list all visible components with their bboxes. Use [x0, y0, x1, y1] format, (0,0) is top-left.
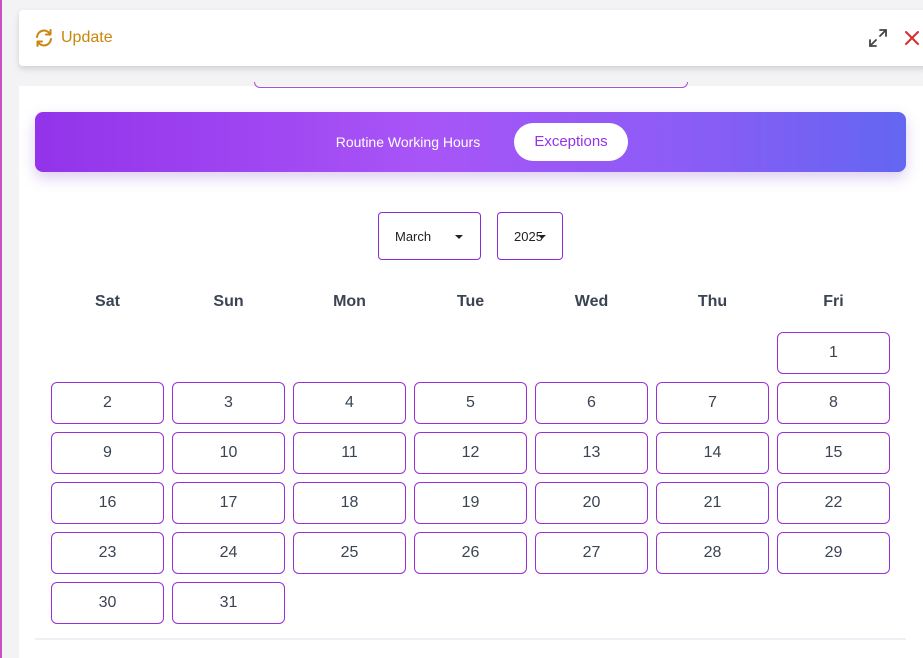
calendar-day[interactable]: 24 — [172, 532, 285, 574]
calendar-day[interactable]: 13 — [535, 432, 648, 474]
weekday-header: Wed — [574, 293, 609, 310]
calendar-day[interactable]: 8 — [777, 382, 890, 424]
calendar-day[interactable]: 14 — [656, 432, 769, 474]
expand-button[interactable] — [867, 27, 889, 49]
window-edge — [0, 0, 2, 658]
calendar-day[interactable]: 5 — [414, 382, 527, 424]
calendar-day[interactable]: 31 — [172, 582, 285, 624]
caret-down-icon — [455, 235, 463, 239]
dialog-title: Update — [61, 29, 113, 46]
calendar-day[interactable]: 6 — [535, 382, 648, 424]
weekday-header: Tue — [456, 293, 485, 310]
month-value: March — [395, 229, 432, 244]
calendar-day[interactable]: 1 — [777, 332, 890, 374]
calendar-day[interactable]: 21 — [656, 482, 769, 524]
calendar-day[interactable]: 9 — [51, 432, 164, 474]
year-select[interactable]: 2025 — [497, 212, 563, 260]
tab-exceptions[interactable]: Exceptions — [514, 123, 628, 161]
calendar-day[interactable]: 29 — [777, 532, 890, 574]
dialog-body: Routine Working Hours Exceptions March 2… — [19, 82, 923, 658]
calendar-day[interactable]: 26 — [414, 532, 527, 574]
refresh-icon — [34, 28, 54, 48]
calendar-day[interactable]: 3 — [172, 382, 285, 424]
close-button[interactable] — [902, 27, 922, 49]
calendar-day[interactable]: 28 — [656, 532, 769, 574]
calendar-day[interactable]: 23 — [51, 532, 164, 574]
expand-icon — [867, 29, 889, 53]
dialog-title-group: Update — [34, 27, 113, 49]
calendar-day[interactable]: 17 — [172, 482, 285, 524]
card-bottom-edge — [35, 638, 906, 640]
close-icon — [902, 31, 922, 53]
weekday-header: Fri — [823, 293, 844, 310]
calendar-day[interactable]: 25 — [293, 532, 406, 574]
calendar-day[interactable]: 16 — [51, 482, 164, 524]
calendar-day[interactable]: 22 — [777, 482, 890, 524]
caret-down-icon — [538, 235, 546, 239]
calendar-day[interactable]: 27 — [535, 532, 648, 574]
calendar-day[interactable]: 7 — [656, 382, 769, 424]
calendar-day[interactable]: 19 — [414, 482, 527, 524]
tab-bar: Routine Working Hours Exceptions — [35, 112, 906, 172]
tab-routine-working-hours[interactable]: Routine Working Hours — [317, 123, 499, 161]
calendar-day[interactable]: 18 — [293, 482, 406, 524]
weekday-header: Sat — [95, 293, 120, 310]
calendar-day[interactable]: 20 — [535, 482, 648, 524]
month-select[interactable]: March — [378, 212, 481, 260]
calendar-day[interactable]: 10 — [172, 432, 285, 474]
weekday-header: Sun — [213, 293, 244, 310]
dialog-header: Update — [19, 10, 923, 66]
calendar-day[interactable]: 2 — [51, 382, 164, 424]
calendar-day[interactable]: 30 — [51, 582, 164, 624]
calendar-day[interactable]: 12 — [414, 432, 527, 474]
weekday-header: Thu — [697, 293, 728, 310]
clipped-field-outline — [254, 82, 688, 88]
calendar-day[interactable]: 4 — [293, 382, 406, 424]
calendar-day[interactable]: 11 — [293, 432, 406, 474]
calendar-day[interactable]: 15 — [777, 432, 890, 474]
weekday-header: Mon — [333, 293, 366, 310]
